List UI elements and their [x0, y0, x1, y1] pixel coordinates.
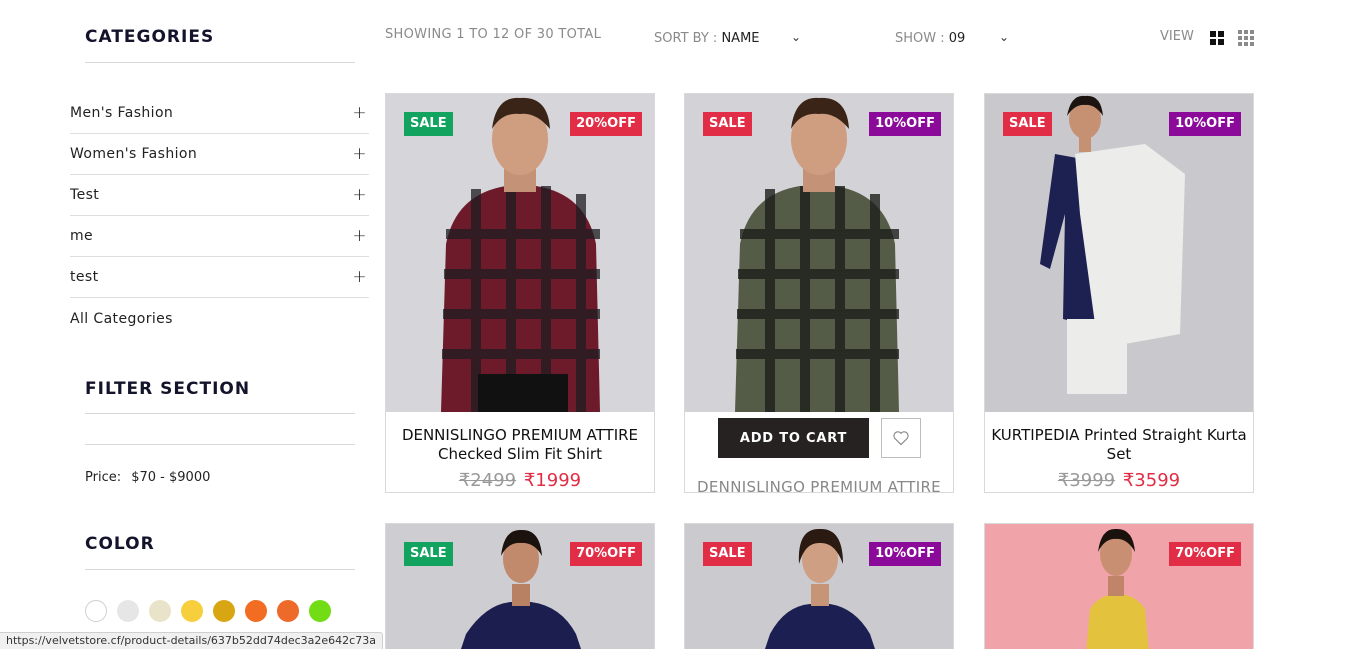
- product-title[interactable]: DENNISLINGO PREMIUM ATTIRE: [685, 478, 953, 492]
- category-item-test[interactable]: Test +: [70, 175, 369, 216]
- category-item-me[interactable]: me +: [70, 216, 369, 257]
- color-heading: COLOR: [85, 534, 155, 554]
- categories-divider: [85, 62, 355, 63]
- show-count-select[interactable]: SHOW : 09: [895, 31, 965, 46]
- color-swatch[interactable]: [85, 600, 107, 622]
- sale-badge: SALE: [703, 542, 752, 566]
- category-item-all-categories[interactable]: All Categories: [70, 298, 369, 339]
- color-swatch[interactable]: [309, 600, 331, 622]
- sort-by-label: SORT BY :: [654, 31, 718, 46]
- expand-plus-icon[interactable]: +: [352, 267, 369, 287]
- sort-by-select[interactable]: SORT BY : NAME: [654, 31, 760, 46]
- chevron-down-icon[interactable]: ⌄: [999, 30, 1009, 44]
- product-title[interactable]: KURTIPEDIA Printed Straight Kurta Set: [985, 426, 1253, 464]
- sale-badge: SALE: [1003, 112, 1052, 136]
- price-label: Price:: [85, 470, 122, 485]
- product-card[interactable]: SALE 10%OFF KURTIPEDIA Printed Straight …: [984, 93, 1254, 493]
- category-label: Women's Fashion: [70, 146, 198, 162]
- product-title[interactable]: DENNISLINGO PREMIUM ATTIRE Checked Slim …: [386, 426, 654, 464]
- category-item-test-lower[interactable]: test +: [70, 257, 369, 298]
- color-swatch[interactable]: [213, 600, 235, 622]
- price-range-value: $70 - $9000: [131, 470, 211, 485]
- category-list: Men's Fashion + Women's Fashion + Test +…: [70, 93, 369, 339]
- sale-badge: SALE: [404, 542, 453, 566]
- product-image[interactable]: [985, 94, 1253, 412]
- old-price: ₹2499: [458, 470, 517, 491]
- filter-divider-bottom: [85, 444, 355, 445]
- discount-badge: 20%OFF: [570, 112, 642, 136]
- category-item-mens-fashion[interactable]: Men's Fashion +: [70, 93, 369, 134]
- new-price: ₹1999: [523, 470, 582, 491]
- discount-badge: 70%OFF: [570, 542, 642, 566]
- discount-badge: 10%OFF: [869, 542, 941, 566]
- showing-count: SHOWING 1 TO 12 OF 30 TOTAL: [385, 27, 602, 42]
- discount-badge: 10%OFF: [1169, 112, 1241, 136]
- product-card[interactable]: SALE 10%OFF ADD TO CART DENNISLINGO PREM…: [684, 93, 954, 493]
- category-label: Men's Fashion: [70, 105, 174, 121]
- category-label: me: [70, 228, 94, 244]
- new-price: ₹3599: [1122, 470, 1181, 491]
- color-swatch[interactable]: [149, 600, 171, 622]
- product-card[interactable]: 70%OFF: [984, 523, 1254, 649]
- grid-small-view-icon[interactable]: [1238, 30, 1254, 46]
- product-price: ₹3999 ₹3599: [985, 470, 1253, 491]
- sale-badge: SALE: [404, 112, 453, 136]
- color-divider: [85, 569, 355, 570]
- expand-plus-icon[interactable]: +: [352, 185, 369, 205]
- product-image[interactable]: [685, 94, 953, 412]
- wishlist-button[interactable]: [881, 418, 921, 458]
- discount-badge: 70%OFF: [1169, 542, 1241, 566]
- chevron-down-icon[interactable]: ⌄: [791, 30, 801, 44]
- product-card[interactable]: SALE 70%OFF: [385, 523, 655, 649]
- add-to-cart-button[interactable]: ADD TO CART: [718, 418, 869, 458]
- product-card[interactable]: SALE 20%OFF DENNISLINGO PREMIUM ATTIRE C…: [385, 93, 655, 493]
- grid-large-view-icon[interactable]: [1210, 31, 1224, 45]
- price-filter: Price: $70 - $9000: [85, 470, 210, 485]
- expand-plus-icon[interactable]: +: [352, 226, 369, 246]
- old-price: ₹3999: [1057, 470, 1116, 491]
- color-swatch[interactable]: [117, 600, 139, 622]
- category-label: All Categories: [70, 310, 173, 327]
- product-card[interactable]: SALE 10%OFF: [684, 523, 954, 649]
- categories-heading: CATEGORIES: [85, 27, 215, 47]
- color-swatch[interactable]: [181, 600, 203, 622]
- expand-plus-icon[interactable]: +: [352, 103, 369, 123]
- expand-plus-icon[interactable]: +: [352, 144, 369, 164]
- color-swatch[interactable]: [245, 600, 267, 622]
- product-price: ₹2499 ₹1999: [386, 470, 654, 491]
- discount-badge: 10%OFF: [869, 112, 941, 136]
- color-swatch-row: [85, 600, 331, 622]
- show-value: 09: [948, 31, 966, 46]
- filter-divider-top: [85, 413, 355, 414]
- product-image[interactable]: [386, 94, 654, 412]
- category-label: test: [70, 269, 99, 285]
- color-swatch[interactable]: [277, 600, 299, 622]
- category-label: Test: [70, 187, 100, 203]
- heart-icon: [893, 431, 909, 446]
- filter-section-heading: FILTER SECTION: [85, 379, 251, 399]
- show-label: SHOW :: [895, 31, 945, 46]
- status-bar-url: https://velvetstore.cf/product-details/6…: [0, 632, 383, 649]
- category-item-womens-fashion[interactable]: Women's Fashion +: [70, 134, 369, 175]
- sort-by-value: NAME: [721, 31, 760, 46]
- sale-badge: SALE: [703, 112, 752, 136]
- view-label: VIEW: [1160, 29, 1194, 44]
